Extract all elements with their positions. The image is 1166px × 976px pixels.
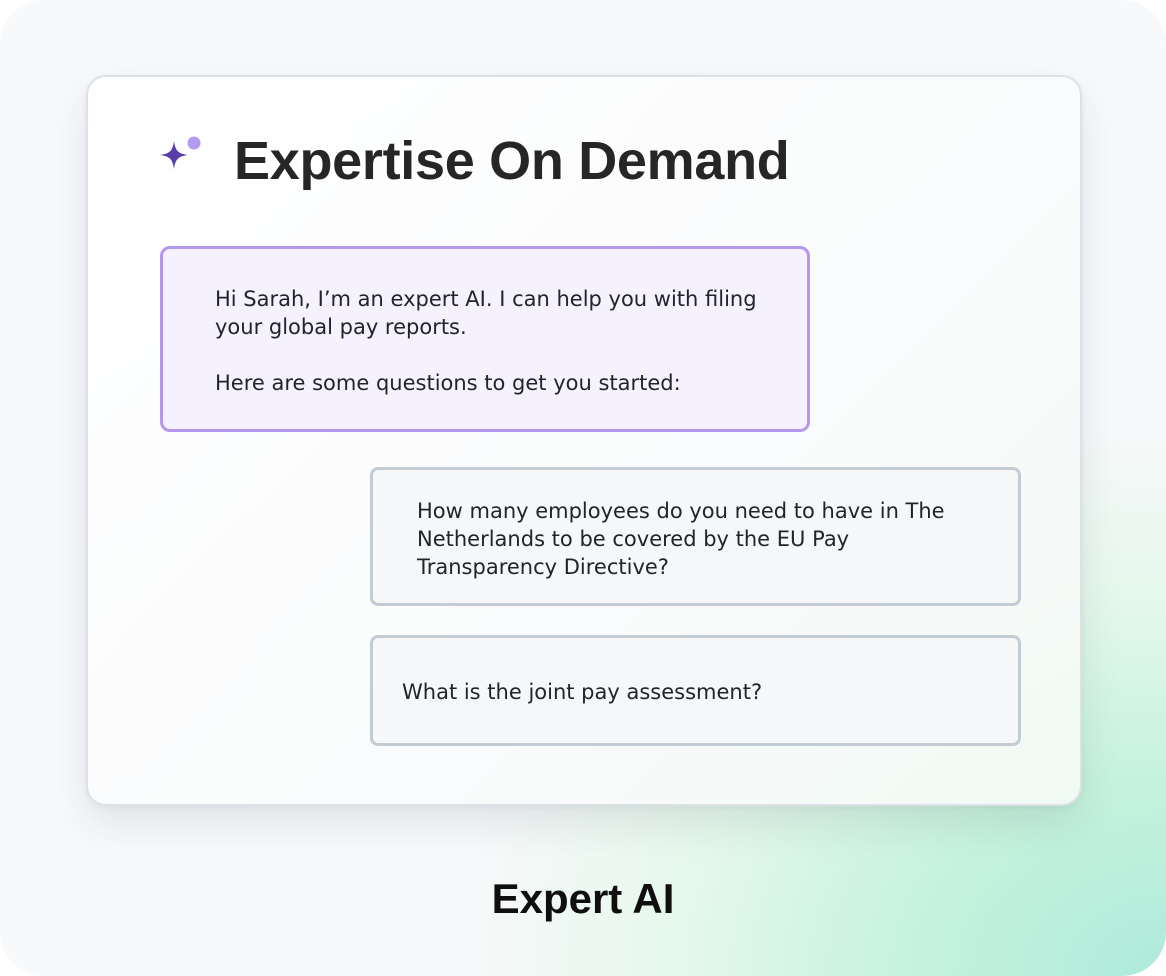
suggested-question-text: How many employees do you need to have i… bbox=[417, 499, 945, 579]
sparkle-icon bbox=[160, 136, 201, 169]
suggested-question-joint-pay[interactable]: What is the joint pay assessment? bbox=[370, 635, 1021, 746]
ai-message-prompt: Here are some questions to get you start… bbox=[215, 371, 681, 395]
card-title: Expertise On Demand bbox=[234, 131, 790, 191]
ai-message-bubble: Hi Sarah, I’m an expert AI. I can help y… bbox=[160, 246, 810, 432]
suggested-question-employees[interactable]: How many employees do you need to have i… bbox=[370, 467, 1021, 606]
slide-canvas: Expertise On Demand Hi Sarah, I’m an exp… bbox=[0, 0, 1166, 976]
ai-message-greeting: Hi Sarah, I’m an expert AI. I can help y… bbox=[215, 287, 757, 339]
chat-card: Expertise On Demand Hi Sarah, I’m an exp… bbox=[86, 75, 1082, 806]
suggested-question-text: What is the joint pay assessment? bbox=[402, 680, 763, 704]
slide-caption: Expert AI bbox=[491, 875, 675, 922]
